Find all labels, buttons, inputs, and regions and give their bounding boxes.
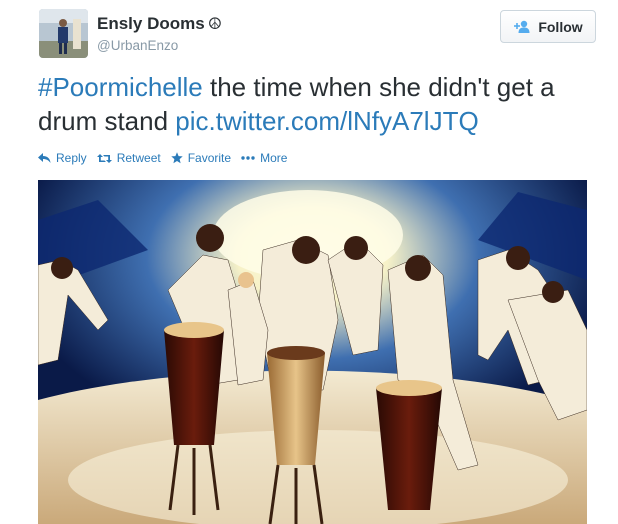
reply-button[interactable]: Reply xyxy=(38,151,87,165)
star-icon xyxy=(171,152,183,164)
more-dots-icon xyxy=(241,156,255,160)
tweet-card: Ensly Dooms ☮ @UrbanEnzo Follow #Poormich… xyxy=(0,0,618,524)
follow-button[interactable]: Follow xyxy=(500,10,596,43)
avatar[interactable] xyxy=(39,9,88,58)
more-button[interactable]: More xyxy=(241,151,287,165)
stage-photo-illustration xyxy=(38,180,587,524)
drum-left xyxy=(164,322,224,515)
retweet-button[interactable]: Retweet xyxy=(96,151,161,165)
media-link[interactable]: pic.twitter.com/lNfyA7lJTQ xyxy=(175,106,478,136)
display-name[interactable]: Ensly Dooms ☮ xyxy=(97,14,222,34)
retweet-icon xyxy=(96,153,112,164)
more-label: More xyxy=(260,151,288,165)
favorite-label: Favorite xyxy=(187,151,232,165)
reply-icon xyxy=(38,152,51,164)
follow-label: Follow xyxy=(538,18,583,35)
hashtag-link[interactable]: #Poormichelle xyxy=(38,72,203,102)
tweet-actions: Reply Retweet Favorite More xyxy=(38,151,297,165)
add-user-icon xyxy=(513,20,531,33)
retweet-label: Retweet xyxy=(116,151,161,165)
user-handle[interactable]: @UrbanEnzo xyxy=(97,38,178,53)
reply-label: Reply xyxy=(56,151,87,165)
favorite-button[interactable]: Favorite xyxy=(171,151,231,165)
display-name-text: Ensly Dooms xyxy=(97,14,205,33)
tweet-text: #Poormichelle the time when she didn't g… xyxy=(38,70,598,138)
tweet-photo[interactable] xyxy=(38,180,587,524)
peace-symbol: ☮ xyxy=(207,16,223,33)
